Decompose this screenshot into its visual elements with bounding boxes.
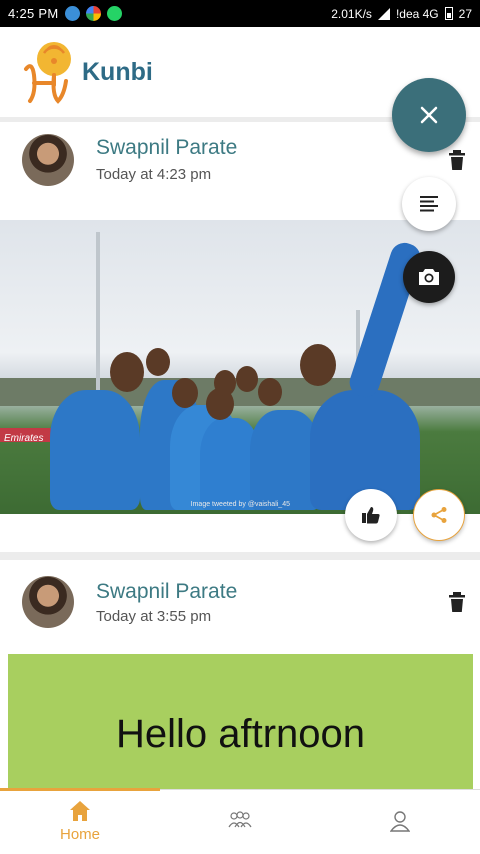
photo-player-head	[110, 352, 144, 392]
photo-player-head	[172, 378, 198, 408]
status-bar: 4:25 PM 2.01K/s !dea 4G 27	[0, 0, 480, 27]
photo-player-head	[300, 344, 336, 386]
post-time: Today at 4:23 pm	[96, 166, 212, 183]
nav-active-indicator	[0, 788, 160, 791]
photo-player-head	[258, 378, 282, 406]
text-post-content[interactable]: Hello aftrnoon	[8, 654, 473, 790]
carrier-label: !dea 4G	[395, 6, 439, 21]
thumbs-up-icon	[362, 507, 380, 524]
post-time: Today at 3:55 pm	[96, 608, 212, 625]
like-button[interactable]	[345, 489, 397, 541]
maps-icon	[85, 6, 101, 21]
photo-player-head	[214, 370, 236, 396]
avatar[interactable]	[22, 134, 74, 186]
notification-icon	[64, 6, 80, 21]
photo-banner-text: Emirates	[4, 433, 44, 444]
home-icon	[70, 801, 90, 821]
delete-icon[interactable]	[448, 150, 466, 170]
network-speed: 2.01K/s	[331, 6, 372, 21]
app-screen: 4:25 PM 2.01K/s !dea 4G 27 Kunbi Swapnil…	[0, 0, 480, 854]
text-post-message: Hello aftrnoon	[115, 711, 366, 756]
status-left: 4:25 PM	[8, 6, 122, 21]
post-author[interactable]: Swapnil Parate	[96, 136, 237, 160]
text-post-icon	[420, 196, 438, 212]
share-button[interactable]	[413, 489, 465, 541]
app-title: Kunbi	[82, 57, 153, 86]
signal-icon	[377, 7, 390, 20]
share-icon	[431, 507, 447, 523]
whatsapp-icon	[106, 6, 122, 21]
photo-player-head	[146, 348, 170, 376]
photo-floodlight-pole	[96, 232, 100, 392]
camera-icon	[419, 269, 439, 285]
post-author[interactable]: Swapnil Parate	[96, 580, 237, 604]
nav-item-home[interactable]: Home	[0, 790, 160, 854]
app-logo-icon	[24, 42, 71, 104]
bottom-nav: Home	[0, 788, 480, 854]
profile-icon	[390, 811, 410, 832]
photo-caption: Image tweeted by @vaishali_45	[190, 501, 290, 508]
fab-text-post-button[interactable]	[402, 177, 456, 231]
nav-label-home: Home	[59, 826, 100, 843]
fab-camera-button[interactable]	[403, 251, 455, 303]
photo-player	[50, 390, 140, 510]
photo-player-head	[236, 366, 258, 392]
nav-item-community[interactable]	[160, 790, 320, 854]
post-header: Swapnil Parate Today at 3:55 pm	[0, 560, 480, 658]
post-card: Swapnil Parate Today at 3:55 pm Hello af…	[0, 560, 480, 790]
status-right: 2.01K/s !dea 4G 27	[331, 7, 472, 21]
delete-icon[interactable]	[448, 592, 466, 612]
nav-item-profile[interactable]	[320, 790, 480, 854]
status-time: 4:25 PM	[8, 6, 59, 21]
battery-icon	[444, 7, 453, 20]
fab-close-button[interactable]	[392, 78, 466, 152]
community-icon	[228, 811, 252, 828]
battery-level: 27	[458, 6, 472, 21]
close-icon	[420, 106, 438, 124]
avatar[interactable]	[22, 576, 74, 628]
